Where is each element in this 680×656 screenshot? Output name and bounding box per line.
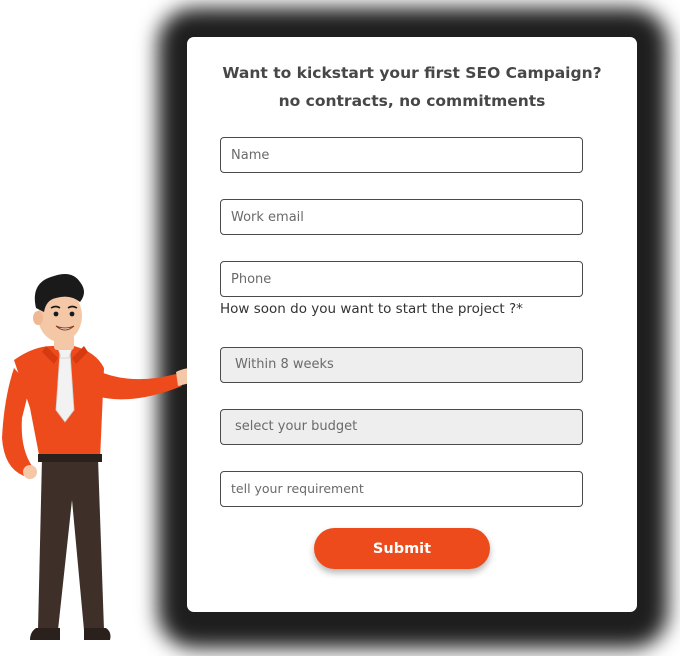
work-email-field[interactable] xyxy=(220,199,583,235)
submit-button[interactable]: Submit xyxy=(314,528,490,569)
timeline-question-label: How soon do you want to start the projec… xyxy=(220,301,523,317)
form-headline: Want to kickstart your first SEO Campaig… xyxy=(222,64,602,82)
lead-form-card: Want to kickstart your first SEO Campaig… xyxy=(187,37,637,612)
requirement-field[interactable] xyxy=(220,471,583,507)
timeline-select-value: Within 8 weeks xyxy=(235,357,334,372)
phone-field[interactable] xyxy=(220,261,583,297)
budget-select-value: select your budget xyxy=(235,419,358,434)
budget-select[interactable]: select your budget xyxy=(220,409,583,445)
timeline-select[interactable]: Within 8 weeks xyxy=(220,347,583,383)
businessman-presenting-illustration xyxy=(2,274,205,640)
name-field[interactable] xyxy=(220,137,583,173)
form-subheadline: no contracts, no commitments xyxy=(278,92,546,110)
